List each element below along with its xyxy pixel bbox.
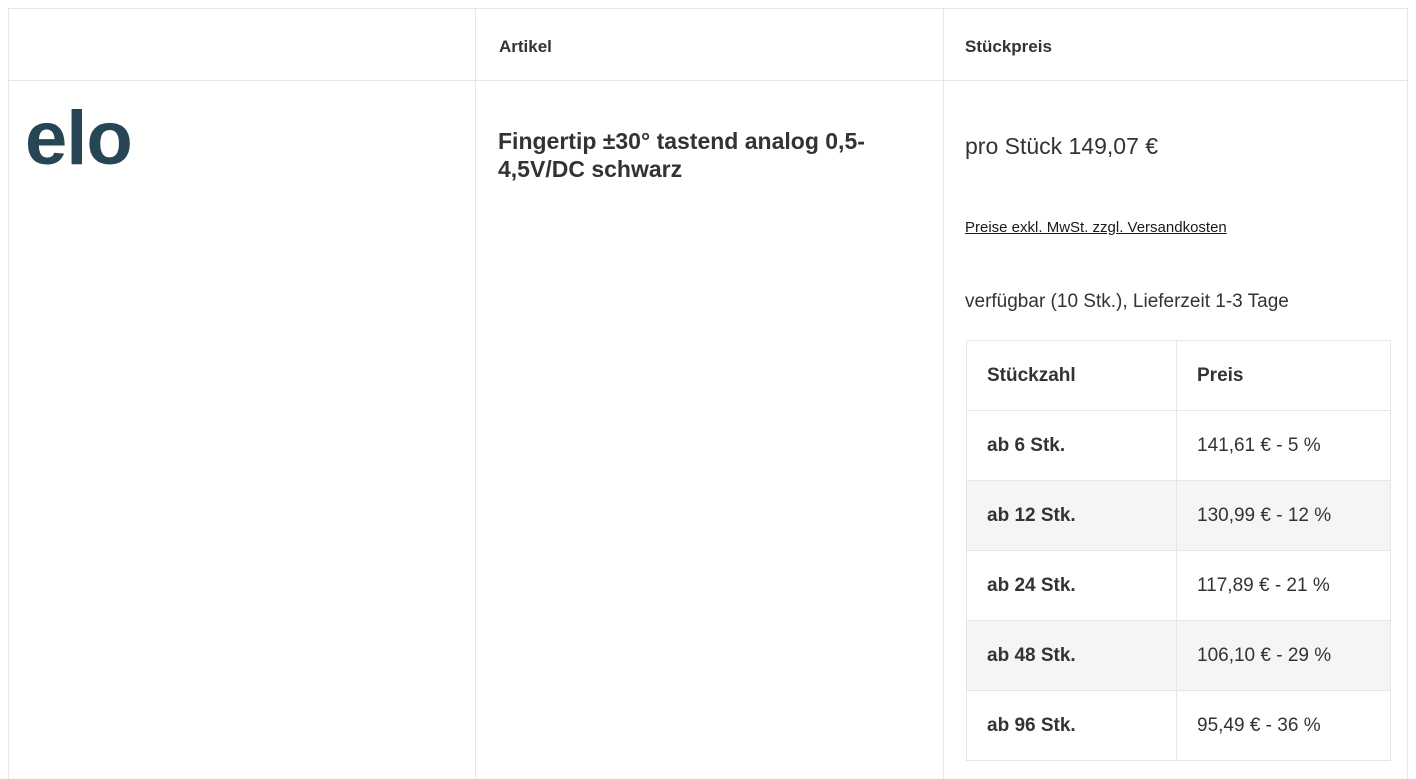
column-divider — [475, 9, 476, 779]
tier-quantity: ab 48 Stk. — [966, 620, 1177, 691]
column-divider — [943, 9, 944, 779]
column-header-unit-price: Stückpreis — [965, 37, 1052, 56]
page: Artikel Stückpreis elo Fingertip ±30° ta… — [0, 0, 1416, 779]
table-header-row: Artikel Stückpreis — [9, 9, 1407, 81]
tier-row: ab 6 Stk. 141,61 € - 5 % — [966, 410, 1391, 481]
product-table: Artikel Stückpreis elo Fingertip ±30° ta… — [8, 8, 1408, 779]
tier-price: 117,89 € - 21 % — [1176, 550, 1391, 621]
tier-price: 106,10 € - 29 % — [1176, 620, 1391, 691]
availability-status: verfügbar (10 Stk.), Lieferzeit 1-3 Tage — [965, 291, 1289, 312]
tier-quantity: ab 96 Stk. — [966, 690, 1177, 761]
tier-header-row: Stückzahl Preis — [966, 340, 1391, 411]
tax-shipping-link[interactable]: Preise exkl. MwSt. zzgl. Versandkosten — [965, 219, 1227, 236]
tier-price: 141,61 € - 5 % — [1176, 410, 1391, 481]
brand-logo[interactable]: elo — [25, 101, 133, 177]
tier-row: ab 48 Stk. 106,10 € - 29 % — [966, 620, 1391, 691]
tier-row: ab 12 Stk. 130,99 € - 12 % — [966, 480, 1391, 551]
tier-price: 130,99 € - 12 % — [1176, 480, 1391, 551]
tier-quantity: ab 6 Stk. — [966, 410, 1177, 481]
tier-price-table: Stückzahl Preis ab 6 Stk. 141,61 € - 5 %… — [966, 340, 1391, 761]
product-name[interactable]: Fingertip ±30° tastend analog 0,5-4,5V/D… — [498, 127, 918, 183]
tier-quantity: ab 24 Stk. — [966, 550, 1177, 621]
tier-row: ab 96 Stk. 95,49 € - 36 % — [966, 690, 1391, 761]
column-header-article: Artikel — [499, 37, 552, 56]
tier-column-header-quantity: Stückzahl — [966, 340, 1177, 411]
tier-row: ab 24 Stk. 117,89 € - 21 % — [966, 550, 1391, 621]
tier-price: 95,49 € - 36 % — [1176, 690, 1391, 761]
tier-quantity: ab 12 Stk. — [966, 480, 1177, 551]
unit-price: pro Stück 149,07 € — [965, 133, 1159, 159]
tier-column-header-price: Preis — [1176, 340, 1391, 411]
